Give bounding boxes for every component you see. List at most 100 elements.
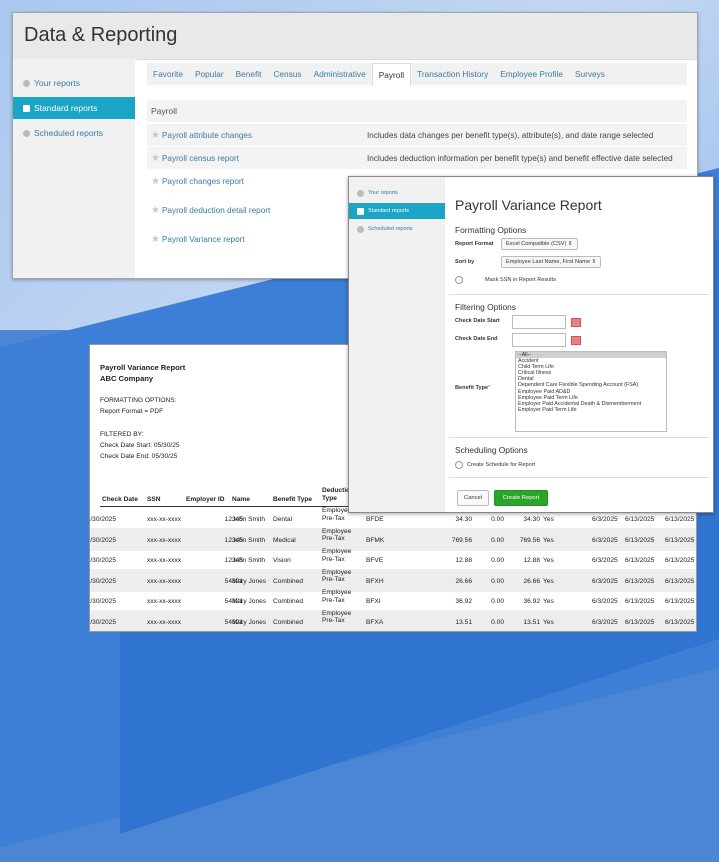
- table-cell: Combined: [273, 577, 304, 585]
- table-cell: Combined: [273, 618, 304, 626]
- table-cell: BFVE: [366, 557, 384, 564]
- report-row: ★ Payroll attribute changes Includes data…: [147, 124, 687, 146]
- report-link[interactable]: Payroll attribute changes: [162, 131, 252, 140]
- check-date-end-input[interactable]: [512, 333, 566, 347]
- table-cell: xxx-xx-xxxx: [147, 536, 182, 544]
- sidebar-item-scheduled-reports[interactable]: Scheduled reports: [13, 122, 135, 144]
- table-cell: 26.66: [455, 577, 472, 585]
- star-icon[interactable]: ★: [151, 130, 160, 141]
- sidebar-item-your-reports[interactable]: Your reports: [13, 72, 135, 94]
- sheet-title: Payroll Variance Report: [100, 363, 186, 372]
- scheduling-heading: Scheduling Options: [455, 445, 528, 455]
- report-description: Includes data changes per benefit type(s…: [367, 130, 654, 140]
- table-cell: 6/3/2025: [592, 516, 618, 523]
- star-icon[interactable]: ★: [151, 153, 160, 164]
- modal-sidebar-standard-reports[interactable]: Standard reports: [349, 203, 445, 219]
- mask-ssn-checkbox[interactable]: [455, 276, 463, 284]
- table-cell: Yes: [543, 618, 554, 626]
- tab-census[interactable]: Census: [267, 63, 307, 85]
- table-cell: 6/13/2025: [665, 557, 695, 564]
- reports-icon: [357, 189, 364, 197]
- table-cell: Yes: [543, 557, 554, 564]
- report-format-select[interactable]: Excel Compatible (CSV) ⇕: [501, 238, 578, 250]
- tab-administrative[interactable]: Administrative: [308, 63, 372, 85]
- star-icon[interactable]: ★: [151, 176, 160, 187]
- star-icon[interactable]: ★: [151, 205, 160, 216]
- table-cell: 6/13/2025: [625, 557, 655, 564]
- table-cell: Mary Jones: [232, 577, 267, 585]
- table-cell: BFDE: [366, 516, 384, 523]
- create-schedule-checkbox[interactable]: [455, 461, 463, 469]
- table-cell: 6/13/2025: [665, 618, 695, 626]
- tab-surveys[interactable]: Surveys: [569, 63, 611, 85]
- table-cell: 5/30/2025: [89, 598, 116, 605]
- calendar-icon[interactable]: [571, 318, 581, 327]
- table-cell: 5/30/2025: [89, 618, 116, 626]
- sort-by-select[interactable]: Employee Last Name, First Name ⇕: [501, 256, 602, 268]
- table-cell: 6/13/2025: [625, 598, 655, 605]
- list-item[interactable]: Employer Paid Term Life: [516, 407, 666, 413]
- report-link[interactable]: Payroll census report: [162, 154, 239, 163]
- table-cell: 5/30/2025: [89, 516, 116, 523]
- calendar-icon[interactable]: [571, 336, 581, 345]
- document-icon: [23, 104, 30, 112]
- report-link[interactable]: Payroll changes report: [162, 177, 244, 186]
- table-cell: Yes: [543, 536, 554, 544]
- report-link[interactable]: Payroll deduction detail report: [162, 206, 270, 215]
- tab-benefit[interactable]: Benefit: [230, 63, 268, 85]
- sheet-filtered-by: FILTERED BY:: [100, 431, 144, 438]
- table-cell: xxx-xx-xxxx: [147, 557, 182, 564]
- table-cell: 0.00: [491, 557, 504, 564]
- sidebar: Your reports Standard reports Scheduled …: [13, 59, 135, 278]
- table-cell: 6/3/2025: [592, 598, 618, 605]
- tab-transaction-history[interactable]: Transaction History: [411, 63, 494, 85]
- filtering-heading: Filtering Options: [455, 302, 516, 312]
- table-cell: BFXI: [366, 598, 381, 605]
- sidebar-item-standard-reports[interactable]: Standard reports: [13, 97, 135, 119]
- create-schedule-label: Create Schedule for Report: [467, 462, 536, 468]
- table-cell: xxx-xx-xxxx: [147, 598, 182, 605]
- table-cell: 0.00: [491, 536, 504, 544]
- benefit-type-listbox[interactable]: --All-- Accident Child Term Life Critica…: [515, 351, 667, 432]
- divider: [449, 294, 709, 295]
- table-cell: 6/13/2025: [665, 598, 695, 605]
- star-icon[interactable]: ★: [151, 234, 160, 245]
- tab-favorite[interactable]: Favorite: [147, 63, 189, 85]
- create-report-button[interactable]: Create Report: [494, 490, 548, 506]
- table-cell: Mary Jones: [232, 598, 267, 605]
- table-cell: Employee Pre-Tax: [322, 548, 352, 563]
- table-cell: Medical: [273, 536, 296, 544]
- report-link[interactable]: Payroll Variance report: [162, 235, 245, 244]
- table-cell: 36.92: [523, 598, 540, 605]
- table-cell: Employee Pre-Tax: [322, 589, 352, 604]
- reports-icon: [23, 79, 30, 87]
- tab-employee-profile[interactable]: Employee Profile: [494, 63, 569, 85]
- modal-sidebar-scheduled-reports[interactable]: Scheduled reports: [349, 221, 445, 237]
- table-row: 5/30/2025 xxx-xx-xxxx 54321 Mary Jones Combi…: [89, 609, 696, 631]
- sheet-check-end: Check Date End: 05/30/25: [100, 453, 178, 460]
- table-cell: BFMK: [366, 536, 385, 544]
- table-cell: 769.56: [519, 536, 540, 544]
- table-cell: Yes: [543, 598, 554, 605]
- tab-popular[interactable]: Popular: [189, 63, 230, 85]
- table-cell: 769.56: [451, 536, 472, 544]
- updown-icon: ⇕: [591, 259, 597, 265]
- tab-bar: Favorite Popular Benefit Census Administ…: [147, 62, 687, 86]
- tab-payroll[interactable]: Payroll: [371, 62, 412, 86]
- table-cell: Dental: [273, 516, 293, 523]
- table-cell: 6/13/2025: [625, 536, 655, 544]
- calendar-icon: [23, 129, 30, 137]
- section-header: Payroll: [147, 100, 687, 122]
- benefit-type-label: Benefit Type: [455, 385, 489, 391]
- table-cell: 34.30: [523, 516, 540, 523]
- modal-sidebar-your-reports[interactable]: Your reports: [349, 185, 445, 201]
- table-cell: BFXH: [366, 577, 384, 585]
- check-date-start-input[interactable]: [512, 315, 566, 329]
- cancel-button[interactable]: Cancel: [457, 490, 489, 506]
- sheet-formatting: FORMATTING OPTIONS:: [100, 397, 177, 404]
- table-cell: 6/13/2025: [665, 536, 695, 544]
- mask-ssn-label: Mask SSN in Report Results: [485, 277, 556, 283]
- sheet-check-start: Check Date Start: 05/30/25: [100, 442, 180, 449]
- modal-sidebar: Your reports Standard reports Scheduled …: [349, 177, 445, 512]
- table-cell: John Smith: [232, 557, 265, 564]
